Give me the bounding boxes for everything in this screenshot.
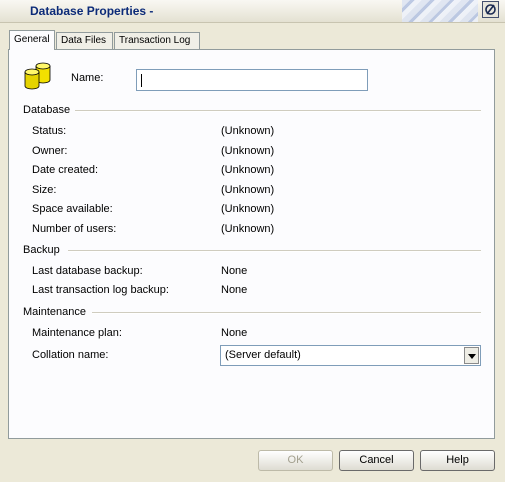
size-label: Size: <box>32 184 57 196</box>
chevron-down-icon <box>468 354 476 359</box>
owner-label: Owner: <box>32 145 68 157</box>
close-button[interactable] <box>482 1 499 18</box>
cancel-button[interactable]: Cancel <box>339 450 414 471</box>
owner-value: (Unknown) <box>221 145 275 157</box>
close-icon <box>485 4 496 15</box>
collation-select-value: (Server default) <box>225 349 301 361</box>
database-icon <box>24 62 51 90</box>
maintenance-section-header: Maintenance <box>23 306 86 318</box>
name-label: Name: <box>71 72 104 84</box>
date-created-value: (Unknown) <box>221 164 275 176</box>
database-section-header: Database <box>23 104 71 116</box>
maintenance-plan-value: None <box>221 327 248 339</box>
title-bar: Database Properties - <box>0 0 505 23</box>
date-created-label: Date created: <box>32 164 99 176</box>
collation-select[interactable]: (Server default) <box>220 345 481 366</box>
name-field[interactable] <box>136 69 368 91</box>
tab-transaction-log-label: Transaction Log <box>119 35 191 46</box>
space-available-label: Space available: <box>32 203 113 215</box>
collation-name-label: Collation name: <box>32 349 109 361</box>
status-value: (Unknown) <box>221 125 275 137</box>
number-of-users-label: Number of users: <box>32 223 117 235</box>
general-panel <box>8 49 495 439</box>
number-of-users-value: (Unknown) <box>221 223 275 235</box>
database-section-divider <box>75 110 481 112</box>
tab-data-files[interactable]: Data Files <box>56 32 113 49</box>
status-label: Status: <box>32 125 67 137</box>
tab-general-label: General <box>14 34 50 45</box>
last-database-backup-value: None <box>221 265 248 277</box>
window-title: Database Properties - <box>30 4 154 18</box>
title-decoration <box>402 0 478 22</box>
space-available-value: (Unknown) <box>221 203 275 215</box>
tab-data-files-label: Data Files <box>61 35 107 46</box>
maintenance-plan-label: Maintenance plan: <box>32 327 122 339</box>
last-database-backup-label: Last database backup: <box>32 265 143 277</box>
last-log-backup-label: Last transaction log backup: <box>32 284 169 296</box>
tab-general[interactable]: General <box>9 30 55 50</box>
last-log-backup-value: None <box>221 284 248 296</box>
help-button[interactable]: Help <box>420 450 495 471</box>
maintenance-section-divider <box>92 312 481 314</box>
collation-dropdown-button[interactable] <box>464 347 479 364</box>
backup-section-header: Backup <box>23 244 60 256</box>
size-value: (Unknown) <box>221 184 275 196</box>
text-caret <box>141 74 142 87</box>
backup-section-divider <box>68 250 481 252</box>
tab-transaction-log[interactable]: Transaction Log <box>114 32 200 49</box>
ok-button[interactable]: OK <box>258 450 333 471</box>
